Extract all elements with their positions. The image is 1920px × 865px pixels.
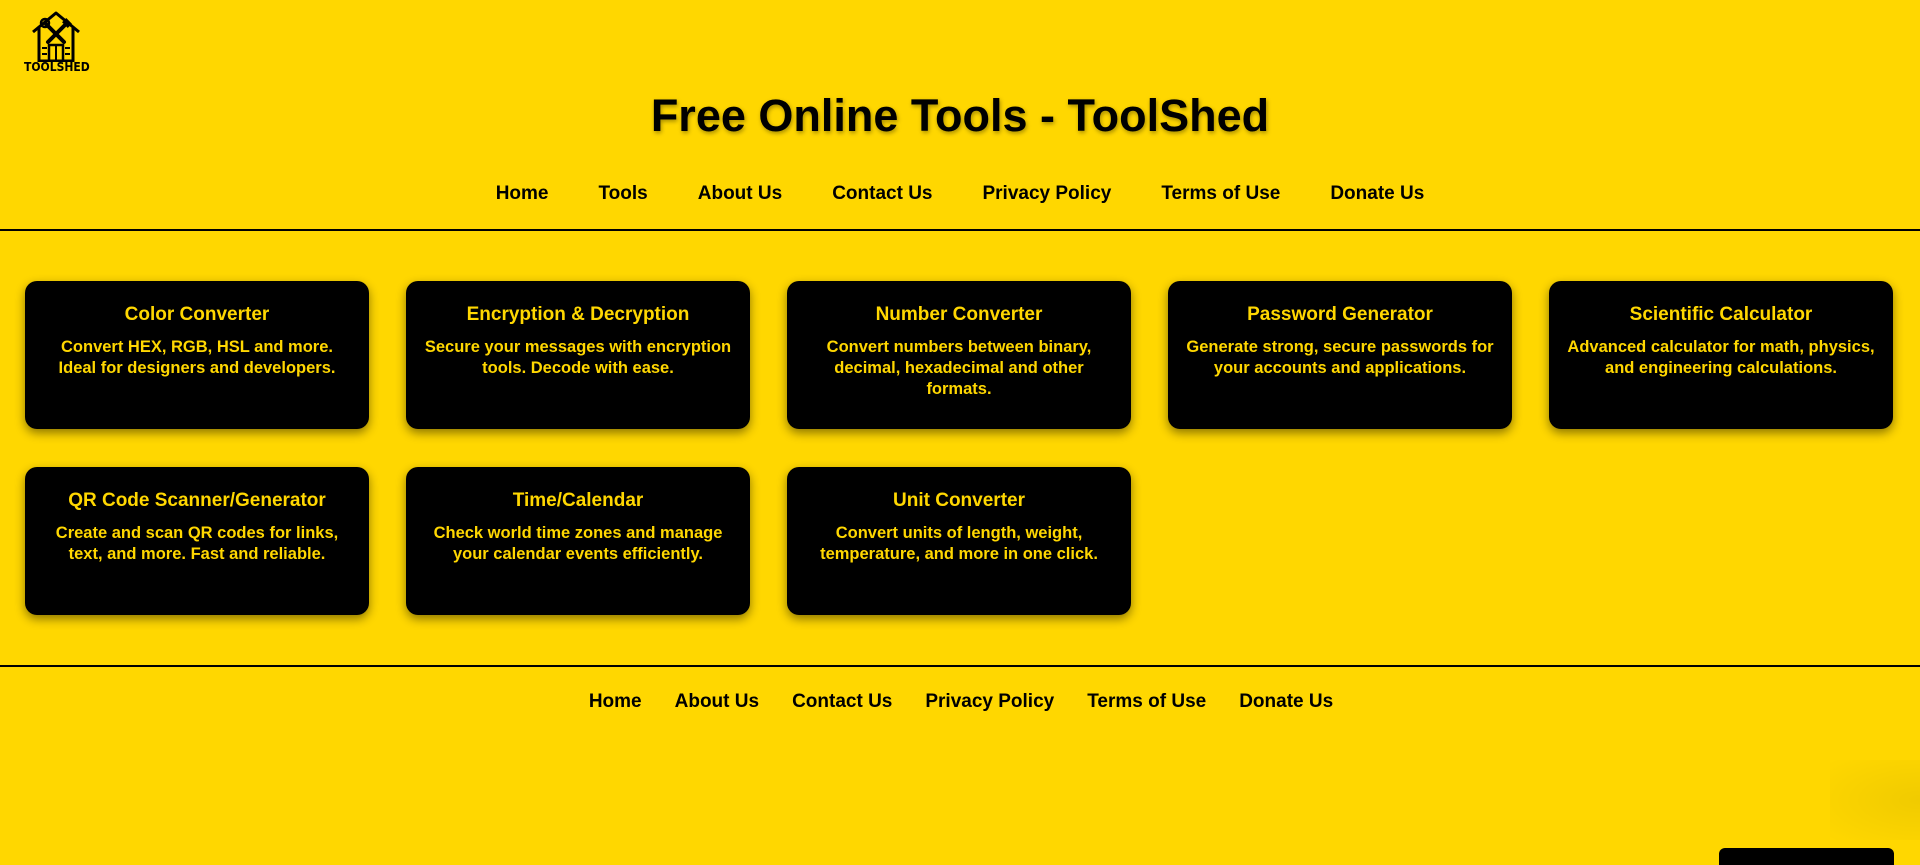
tool-card-description: Generate strong, secure passwords for yo… [1186,338,1494,377]
tool-card-encryption-decryption[interactable]: Encryption & Decryption Secure your mess… [406,281,750,429]
tool-card-description: Check world time zones and manage your c… [433,524,723,563]
footer-nav: Home About Us Contact Us Privacy Policy … [0,688,1920,716]
tools-grid: Color Converter Convert HEX, RGB, HSL an… [25,281,1893,615]
footer-link-terms-of-use[interactable]: Terms of Use [1085,688,1206,716]
tool-card-scientific-calculator[interactable]: Scientific Calculator Advanced calculato… [1549,281,1893,429]
footer-divider [0,665,1920,667]
toolshed-house-icon [32,11,80,62]
tool-card-description: Convert HEX, RGB, HSL and more. Ideal fo… [58,338,336,377]
tool-card-title: Scientific Calculator [1629,304,1813,325]
page-title: Free Online Tools - ToolShed [650,90,1270,141]
top-nav: Home Tools About Us Contact Us Privacy P… [0,180,1920,208]
nav-link-donate-us[interactable]: Donate Us [1330,180,1424,208]
floating-widget[interactable] [1719,848,1894,865]
tool-card-unit-converter[interactable]: Unit Converter Convert units of length, … [787,467,1131,615]
tool-card-title: Encryption & Decryption [466,304,690,325]
tool-card-title: Unit Converter [893,490,1025,511]
site-logo[interactable]: TOOLSHED [24,10,90,74]
corner-shadow [1830,760,1920,840]
tool-card-description: Convert numbers between binary, decimal,… [826,338,1092,398]
tool-card-title: Number Converter [875,304,1043,325]
footer-link-home[interactable]: Home [587,688,642,716]
header-divider [0,229,1920,231]
nav-link-tools[interactable]: Tools [598,180,647,208]
footer-link-privacy-policy[interactable]: Privacy Policy [923,688,1054,716]
tool-card-number-converter[interactable]: Number Converter Convert numbers between… [787,281,1131,429]
tool-card-title: Password Generator [1247,304,1433,325]
tool-card-title: Color Converter [124,304,270,325]
logo-text: TOOLSHED [24,60,90,74]
nav-link-home[interactable]: Home [496,180,549,208]
tool-card-time-calendar[interactable]: Time/Calendar Check world time zones and… [406,467,750,615]
tool-card-description: Advanced calculator for math, physics, a… [1567,338,1875,377]
nav-link-terms-of-use[interactable]: Terms of Use [1161,180,1280,208]
nav-link-about-us[interactable]: About Us [698,180,782,208]
nav-link-contact-us[interactable]: Contact Us [832,180,932,208]
footer-link-about-us[interactable]: About Us [673,688,759,716]
tool-card-password-generator[interactable]: Password Generator Generate strong, secu… [1168,281,1512,429]
page: TOOLSHED Free Online Tools - ToolShed Ho… [0,0,1920,865]
tool-card-description: Secure your messages with encryption too… [424,338,732,377]
tool-card-description: Create and scan QR codes for links, text… [55,524,339,563]
tool-card-color-converter[interactable]: Color Converter Convert HEX, RGB, HSL an… [25,281,369,429]
nav-link-privacy-policy[interactable]: Privacy Policy [982,180,1111,208]
footer-link-contact-us[interactable]: Contact Us [790,688,892,716]
tool-card-description: Convert units of length, weight, tempera… [820,524,1098,563]
tool-card-title: Time/Calendar [512,490,644,511]
tool-card-qr-code[interactable]: QR Code Scanner/Generator Create and sca… [25,467,369,615]
footer-link-donate-us[interactable]: Donate Us [1237,688,1333,716]
tool-card-title: QR Code Scanner/Generator [68,490,326,511]
